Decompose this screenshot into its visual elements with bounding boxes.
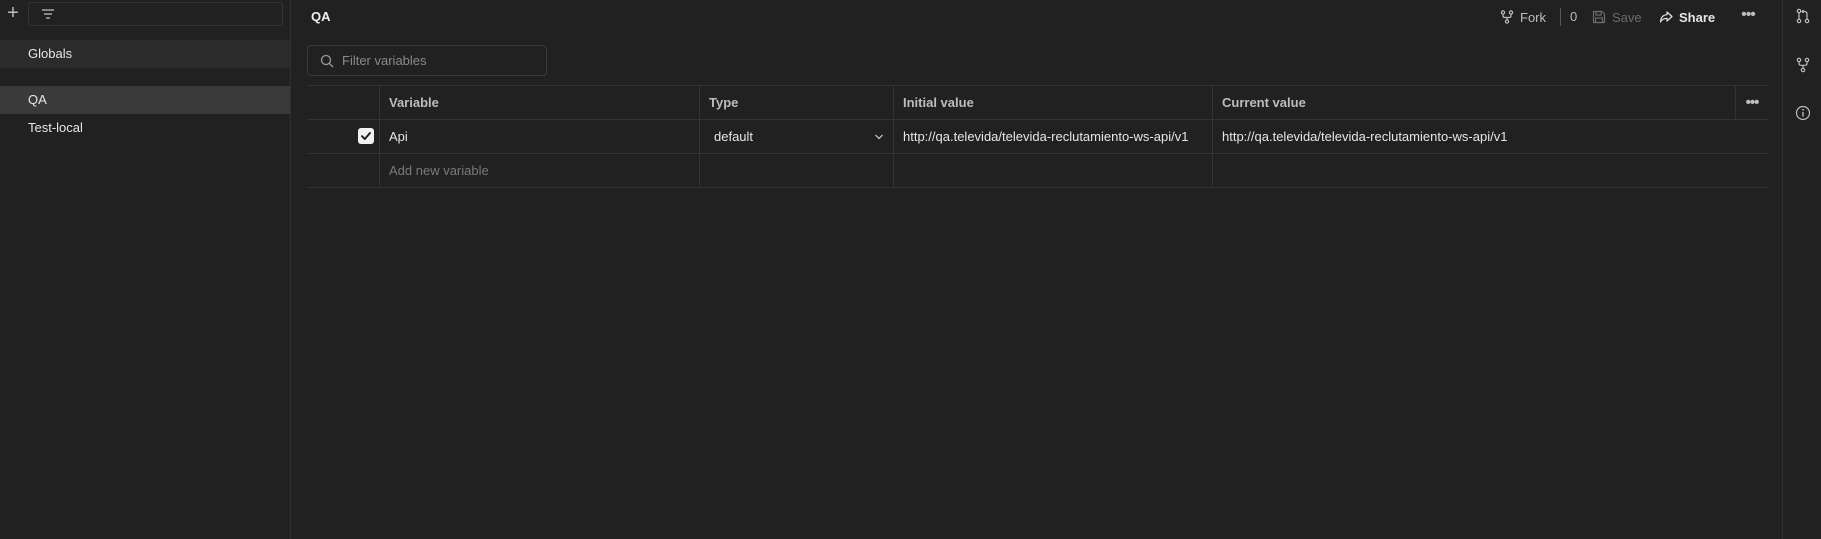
header-variable: Variable xyxy=(379,86,699,119)
more-horizontal-icon[interactable]: ••• xyxy=(1735,86,1768,119)
header-type: Type xyxy=(699,86,893,119)
save-label: Save xyxy=(1612,9,1642,25)
header-current-value: Current value xyxy=(1212,86,1735,119)
sidebar-item-globals[interactable]: Globals xyxy=(0,40,290,68)
sidebar-item-label: Globals xyxy=(28,46,73,61)
current-value-field[interactable]: http://qa.televida/televida-reclutamient… xyxy=(1212,120,1735,153)
share-icon xyxy=(1659,11,1673,23)
search-input[interactable] xyxy=(342,53,522,68)
checkmark-icon xyxy=(361,132,371,140)
type-select[interactable]: default xyxy=(700,120,893,153)
sidebar-item-test-local[interactable]: Test-local xyxy=(0,114,290,142)
save-button[interactable]: Save xyxy=(1592,8,1642,26)
share-label: Share xyxy=(1679,9,1716,25)
sidebar-item-label: Test-local xyxy=(28,120,83,135)
sidebar-toolbar: + xyxy=(0,0,290,28)
add-new-variable-input[interactable]: Add new variable xyxy=(379,154,699,187)
type-select-value: default xyxy=(714,129,754,144)
row-checkbox-cell xyxy=(307,120,379,153)
header-initial-value: Initial value xyxy=(893,86,1212,119)
right-context-bar xyxy=(1782,0,1821,539)
environment-toolbar: Fork 0 Save Share ••• xyxy=(1483,0,1783,34)
empty-initial-cell xyxy=(893,154,1212,187)
type-cell: default xyxy=(699,120,893,153)
fork-button[interactable]: Fork xyxy=(1500,8,1546,26)
save-icon xyxy=(1592,10,1606,24)
fork-label: Fork xyxy=(1520,9,1546,25)
initial-value-field[interactable]: http://qa.televida/televida-reclutamient… xyxy=(893,120,1212,153)
table-header-row: Variable Type Initial value Current valu… xyxy=(307,85,1768,120)
filter-icon xyxy=(42,9,54,19)
sidebar-item-qa[interactable]: QA xyxy=(0,86,290,114)
fork-icon[interactable] xyxy=(1795,57,1811,73)
empty-current-cell xyxy=(1212,154,1735,187)
table-row: Api default http://qa.televida/televida-… xyxy=(307,120,1768,154)
environment-editor: QA Fork 0 Save Share ••• Filter variable… xyxy=(291,0,1783,539)
variables-table: Variable Type Initial value Current valu… xyxy=(307,85,1768,188)
share-button[interactable]: Share xyxy=(1659,8,1715,26)
enabled-checkbox[interactable] xyxy=(358,128,374,144)
add-variable-row: Add new variable xyxy=(307,154,1768,188)
page-title: QA xyxy=(311,9,331,24)
empty-type-cell xyxy=(699,154,893,187)
more-horizontal-icon[interactable]: ••• xyxy=(1738,7,1758,26)
header-checkbox-cell xyxy=(307,86,379,119)
fork-count: 0 xyxy=(1560,8,1577,26)
chevron-down-icon xyxy=(875,134,883,140)
environments-sidebar: + Globals QA Test-local xyxy=(0,0,291,539)
fork-icon xyxy=(1500,10,1514,24)
plus-icon[interactable]: + xyxy=(4,2,22,24)
variable-name-field[interactable]: Api xyxy=(379,120,699,153)
filter-variables-search xyxy=(307,45,547,76)
sidebar-filter-input[interactable] xyxy=(28,2,283,26)
search-icon xyxy=(320,54,334,67)
pull-request-icon[interactable] xyxy=(1795,8,1811,24)
info-icon[interactable] xyxy=(1795,105,1811,121)
sidebar-item-label: QA xyxy=(28,92,47,107)
empty-checkbox-cell xyxy=(307,154,379,187)
